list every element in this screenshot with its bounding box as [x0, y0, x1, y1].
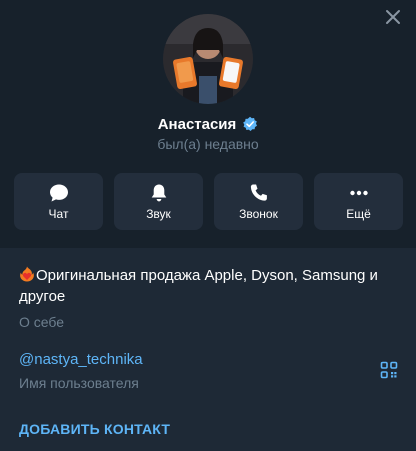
chat-button[interactable]: Чат — [14, 173, 103, 230]
sound-button-label: Звук — [146, 207, 171, 221]
bio-text: Оригинальная продажа Apple, Dyson, Samsu… — [19, 267, 378, 305]
profile-name: Анастасия — [157, 115, 237, 133]
sound-button[interactable]: Звук — [114, 173, 203, 230]
close-icon[interactable] — [384, 8, 402, 26]
user-profile-panel: Анастасия был(а) недавно Чат Звук Звонок… — [0, 0, 416, 451]
username-link[interactable]: @nastya_technika — [19, 351, 143, 368]
verified-badge-icon — [243, 116, 258, 131]
more-button-label: Ещё — [346, 207, 371, 221]
more-button[interactable]: Ещё — [314, 173, 403, 230]
profile-info-section: Оригинальная продажа Apple, Dyson, Samsu… — [0, 248, 416, 451]
call-button[interactable]: Звонок — [214, 173, 303, 230]
bio-label: О себе — [19, 314, 65, 330]
chat-bubble-icon — [49, 184, 68, 202]
bell-icon — [151, 184, 166, 202]
phone-icon — [250, 184, 267, 201]
more-dots-icon — [349, 190, 368, 196]
chat-button-label: Чат — [48, 207, 69, 221]
qr-code-icon[interactable] — [380, 361, 398, 379]
add-contact-button[interactable]: ДОБАВИТЬ КОНТАКТ — [19, 421, 170, 437]
action-buttons: Чат Звук Звонок Ещё — [14, 173, 403, 230]
call-button-label: Звонок — [239, 207, 278, 221]
last-seen-status: был(а) недавно — [157, 136, 259, 152]
heart-on-fire-icon — [20, 266, 34, 282]
bio-text-block[interactable]: Оригинальная продажа Apple, Dyson, Samsu… — [19, 265, 399, 307]
avatar[interactable] — [163, 14, 253, 104]
name-row: Анастасия — [0, 113, 416, 135]
profile-header: Анастасия был(а) недавно Чат Звук Звонок… — [0, 0, 416, 248]
username-label: Имя пользователя — [19, 375, 139, 391]
